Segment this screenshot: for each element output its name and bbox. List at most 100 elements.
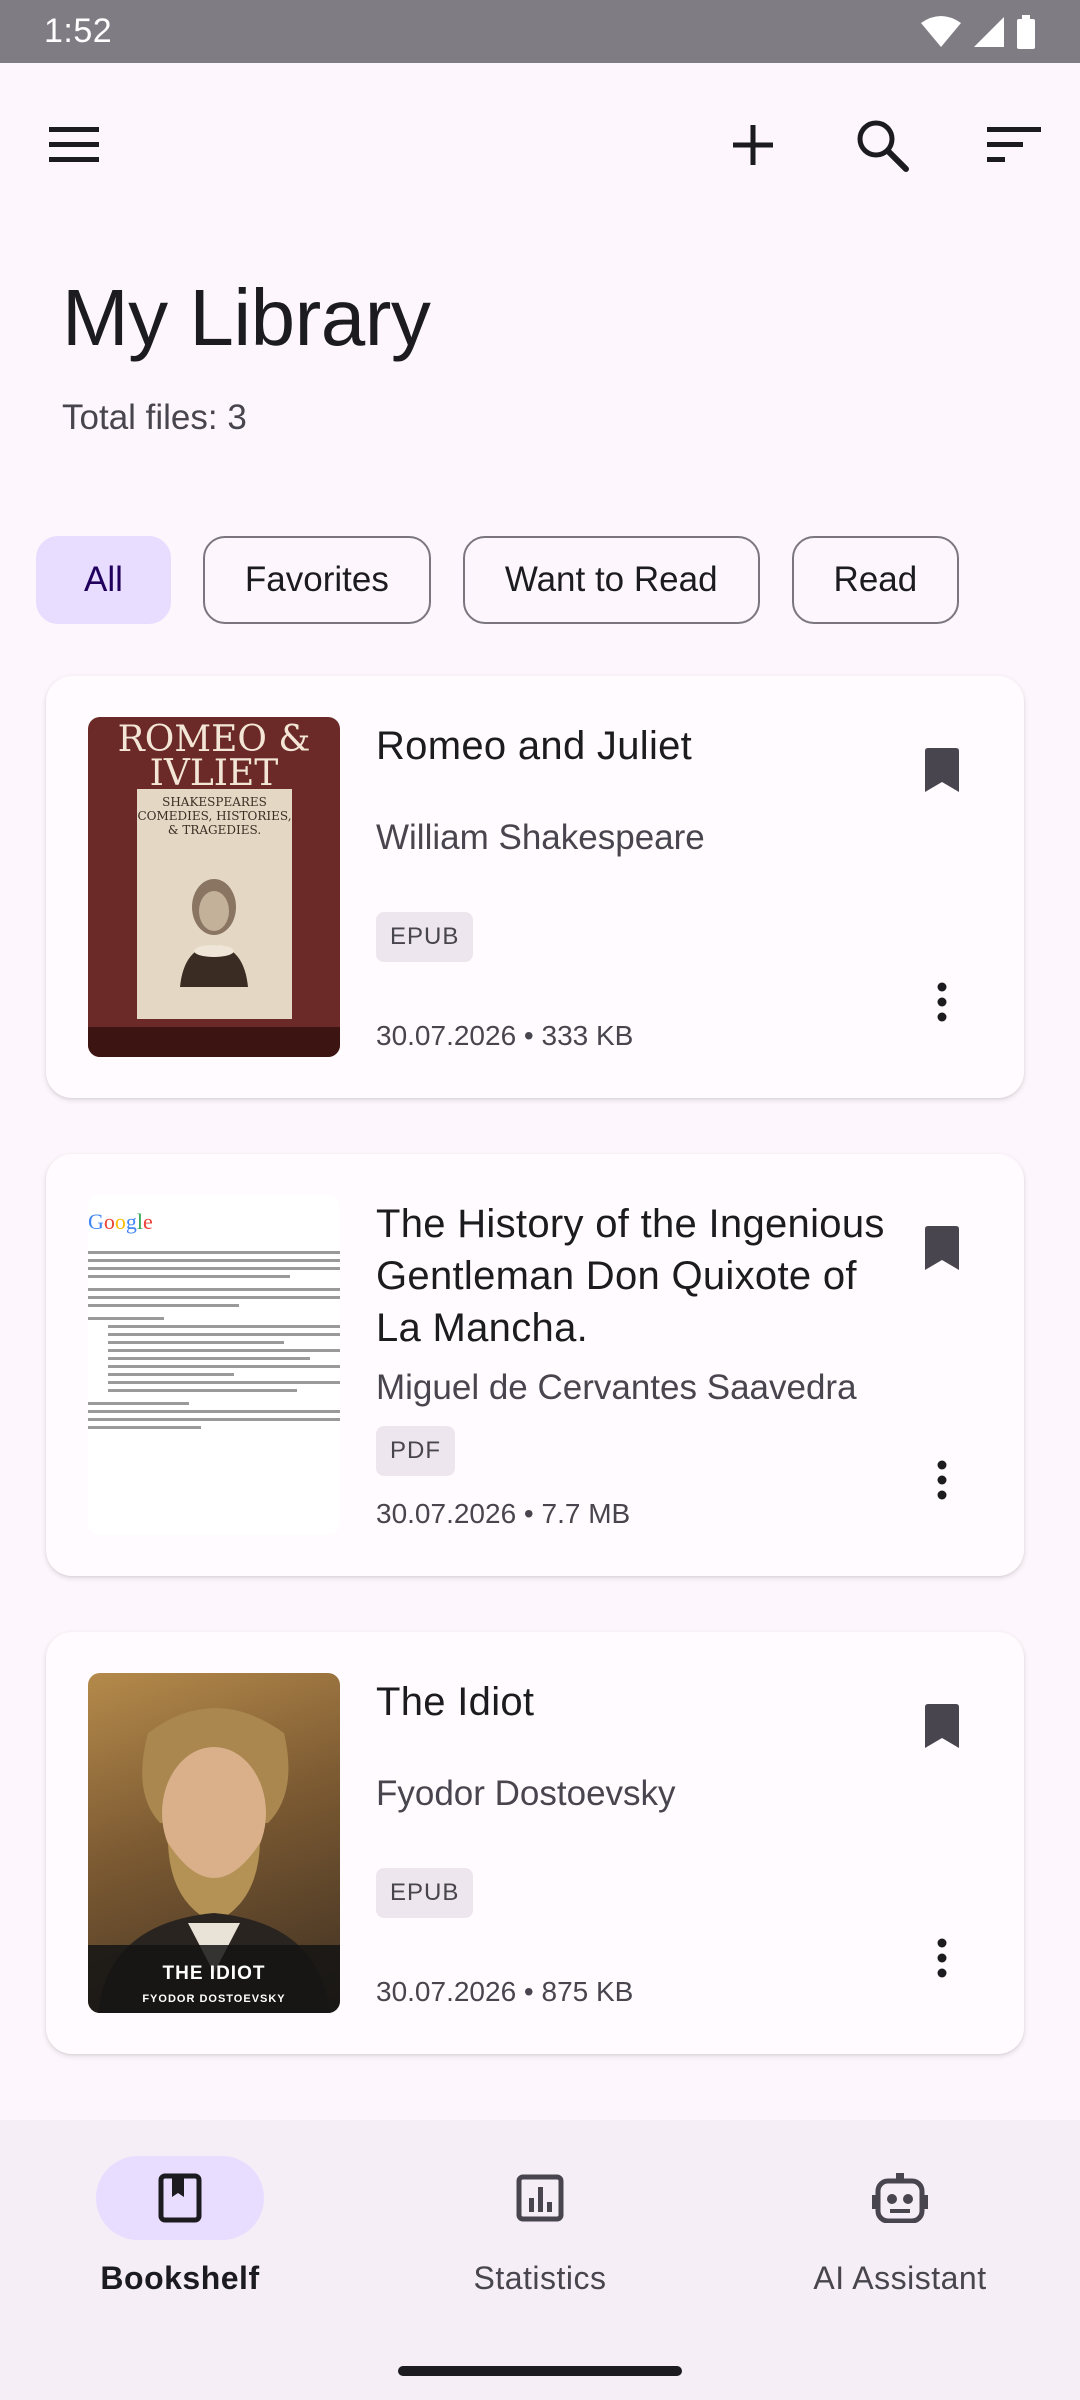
cover-author: FYODOR DOSTOEVSKY — [142, 1993, 286, 2005]
filter-chips: All Favorites Want to Read Read — [36, 536, 960, 624]
text-line — [88, 1267, 340, 1270]
text-line — [88, 1410, 340, 1413]
book-cover: Google — [88, 1195, 340, 1535]
signal-icon — [974, 16, 1004, 47]
search-button[interactable] — [834, 97, 930, 193]
portrait-illustration — [180, 879, 248, 987]
more-options-button[interactable] — [902, 962, 982, 1042]
filter-chip-want-to-read[interactable]: Want to Read — [462, 536, 760, 624]
robot-icon — [872, 2173, 928, 2223]
search-icon — [857, 120, 909, 172]
nav-label: Bookshelf — [100, 2260, 260, 2296]
nav-indicator — [96, 2156, 264, 2240]
sort-button[interactable] — [966, 97, 1062, 193]
book-title: The Idiot — [376, 1680, 535, 1724]
book-card[interactable]: Google The History of the Ingenious Gent… — [46, 1154, 1024, 1576]
cover-logo-letter: g — [125, 1209, 137, 1234]
book-meta: 30.07.2026 • 333 KB — [376, 1020, 634, 1051]
text-line — [108, 1381, 340, 1384]
total-files-count: Total files: 3 — [62, 398, 247, 437]
text-line — [88, 1288, 340, 1291]
cover-logo-letter: o — [103, 1209, 115, 1234]
cover-title: THE IDIOT — [162, 1963, 266, 1984]
bookmark-icon — [925, 1226, 959, 1270]
book-author: Miguel de Cervantes Saavedra — [376, 1368, 857, 1407]
bookmark-button[interactable] — [902, 1686, 982, 1766]
nav-label: AI Assistant — [813, 2260, 987, 2296]
text-line — [88, 1402, 189, 1405]
book-title: The History of the Ingenious Gentleman D… — [376, 1202, 885, 1350]
format-badge: EPUB — [376, 1868, 474, 1918]
bottom-navigation: Bookshelf Statistics AI Assistant — [0, 2120, 1080, 2400]
book-title: Romeo and Juliet — [376, 724, 693, 768]
book-card[interactable]: ROMEO & IVLIET SHAKESPEARES COMEDIES, HI… — [46, 676, 1024, 1098]
text-line — [108, 1373, 234, 1376]
status-icons — [920, 14, 1036, 49]
text-line — [108, 1349, 340, 1352]
app-bar — [0, 63, 1080, 231]
sort-icon — [987, 127, 1041, 162]
cover-logo: Google — [88, 1209, 153, 1235]
bookmark-icon — [925, 1704, 959, 1748]
book-cover: ROMEO & IVLIET SHAKESPEARES COMEDIES, HI… — [88, 717, 340, 1057]
cover-logo-letter: o — [114, 1209, 126, 1234]
filter-chip-favorites[interactable]: Favorites — [202, 536, 431, 624]
home-indicator[interactable] — [398, 2366, 682, 2376]
cover-footer — [88, 1027, 340, 1057]
add-icon — [733, 125, 773, 165]
book-icon — [158, 2173, 202, 2223]
nav-indicator — [456, 2156, 624, 2240]
cover-plate-text: SHAKESPEARES COMEDIES, HISTORIES, & TRAG… — [137, 795, 292, 837]
text-line — [88, 1259, 340, 1262]
bookmark-icon — [925, 748, 959, 792]
format-badge: EPUB — [376, 912, 474, 962]
nav-item-statistics[interactable]: Statistics — [360, 2156, 720, 2306]
book-card[interactable]: THE IDIOT FYODOR DOSTOEVSKY The Idiot Fy… — [46, 1632, 1024, 2054]
status-bar: 1:52 — [0, 0, 1080, 63]
cover-logo-letter: G — [88, 1209, 104, 1234]
book-meta: 30.07.2026 • 875 KB — [376, 1976, 634, 2007]
wifi-icon — [921, 15, 961, 47]
battery-icon — [1017, 14, 1035, 49]
bookmark-button[interactable] — [902, 1208, 982, 1288]
nav-item-ai-assistant[interactable]: AI Assistant — [720, 2156, 1080, 2306]
more-vert-icon — [937, 1460, 947, 1500]
text-line — [88, 1304, 240, 1307]
book-cover: THE IDIOT FYODOR DOSTOEVSKY — [88, 1673, 340, 2013]
bookmark-button[interactable] — [902, 730, 982, 810]
text-line — [108, 1357, 310, 1360]
more-vert-icon — [937, 982, 947, 1022]
book-author: Fyodor Dostoevsky — [376, 1774, 676, 1813]
nav-label: Statistics — [473, 2260, 607, 2296]
nav-item-bookshelf[interactable]: Bookshelf — [0, 2156, 360, 2306]
more-vert-icon — [937, 1938, 947, 1978]
page-title: My Library — [62, 273, 431, 362]
add-button[interactable] — [705, 97, 801, 193]
more-options-button[interactable] — [902, 1440, 982, 1520]
text-line — [88, 1251, 340, 1254]
cover-text-lines — [88, 1251, 340, 1434]
book-author: William Shakespeare — [376, 818, 705, 857]
text-line — [108, 1325, 340, 1328]
cover-heading: ROMEO & IVLIET — [117, 719, 311, 794]
text-line — [88, 1275, 290, 1278]
nav-indicator — [816, 2156, 984, 2240]
cover-logo-letter: e — [143, 1209, 153, 1234]
text-line — [88, 1296, 340, 1299]
book-meta: 30.07.2026 • 7.7 MB — [376, 1498, 631, 1529]
more-options-button[interactable] — [902, 1918, 982, 1998]
text-line — [108, 1333, 340, 1336]
status-time: 1:52 — [44, 12, 113, 50]
text-line — [88, 1418, 340, 1421]
filter-chip-all[interactable]: All — [36, 536, 171, 624]
text-line — [108, 1389, 297, 1392]
text-line — [88, 1426, 202, 1429]
text-line — [88, 1317, 164, 1320]
menu-icon — [49, 127, 99, 162]
text-line — [108, 1365, 340, 1368]
cover-plate: SHAKESPEARES COMEDIES, HISTORIES, & TRAG… — [137, 789, 292, 1019]
chart-icon — [516, 2174, 564, 2222]
format-badge: PDF — [376, 1426, 455, 1476]
filter-chip-read[interactable]: Read — [791, 536, 960, 624]
menu-button[interactable] — [26, 97, 122, 193]
